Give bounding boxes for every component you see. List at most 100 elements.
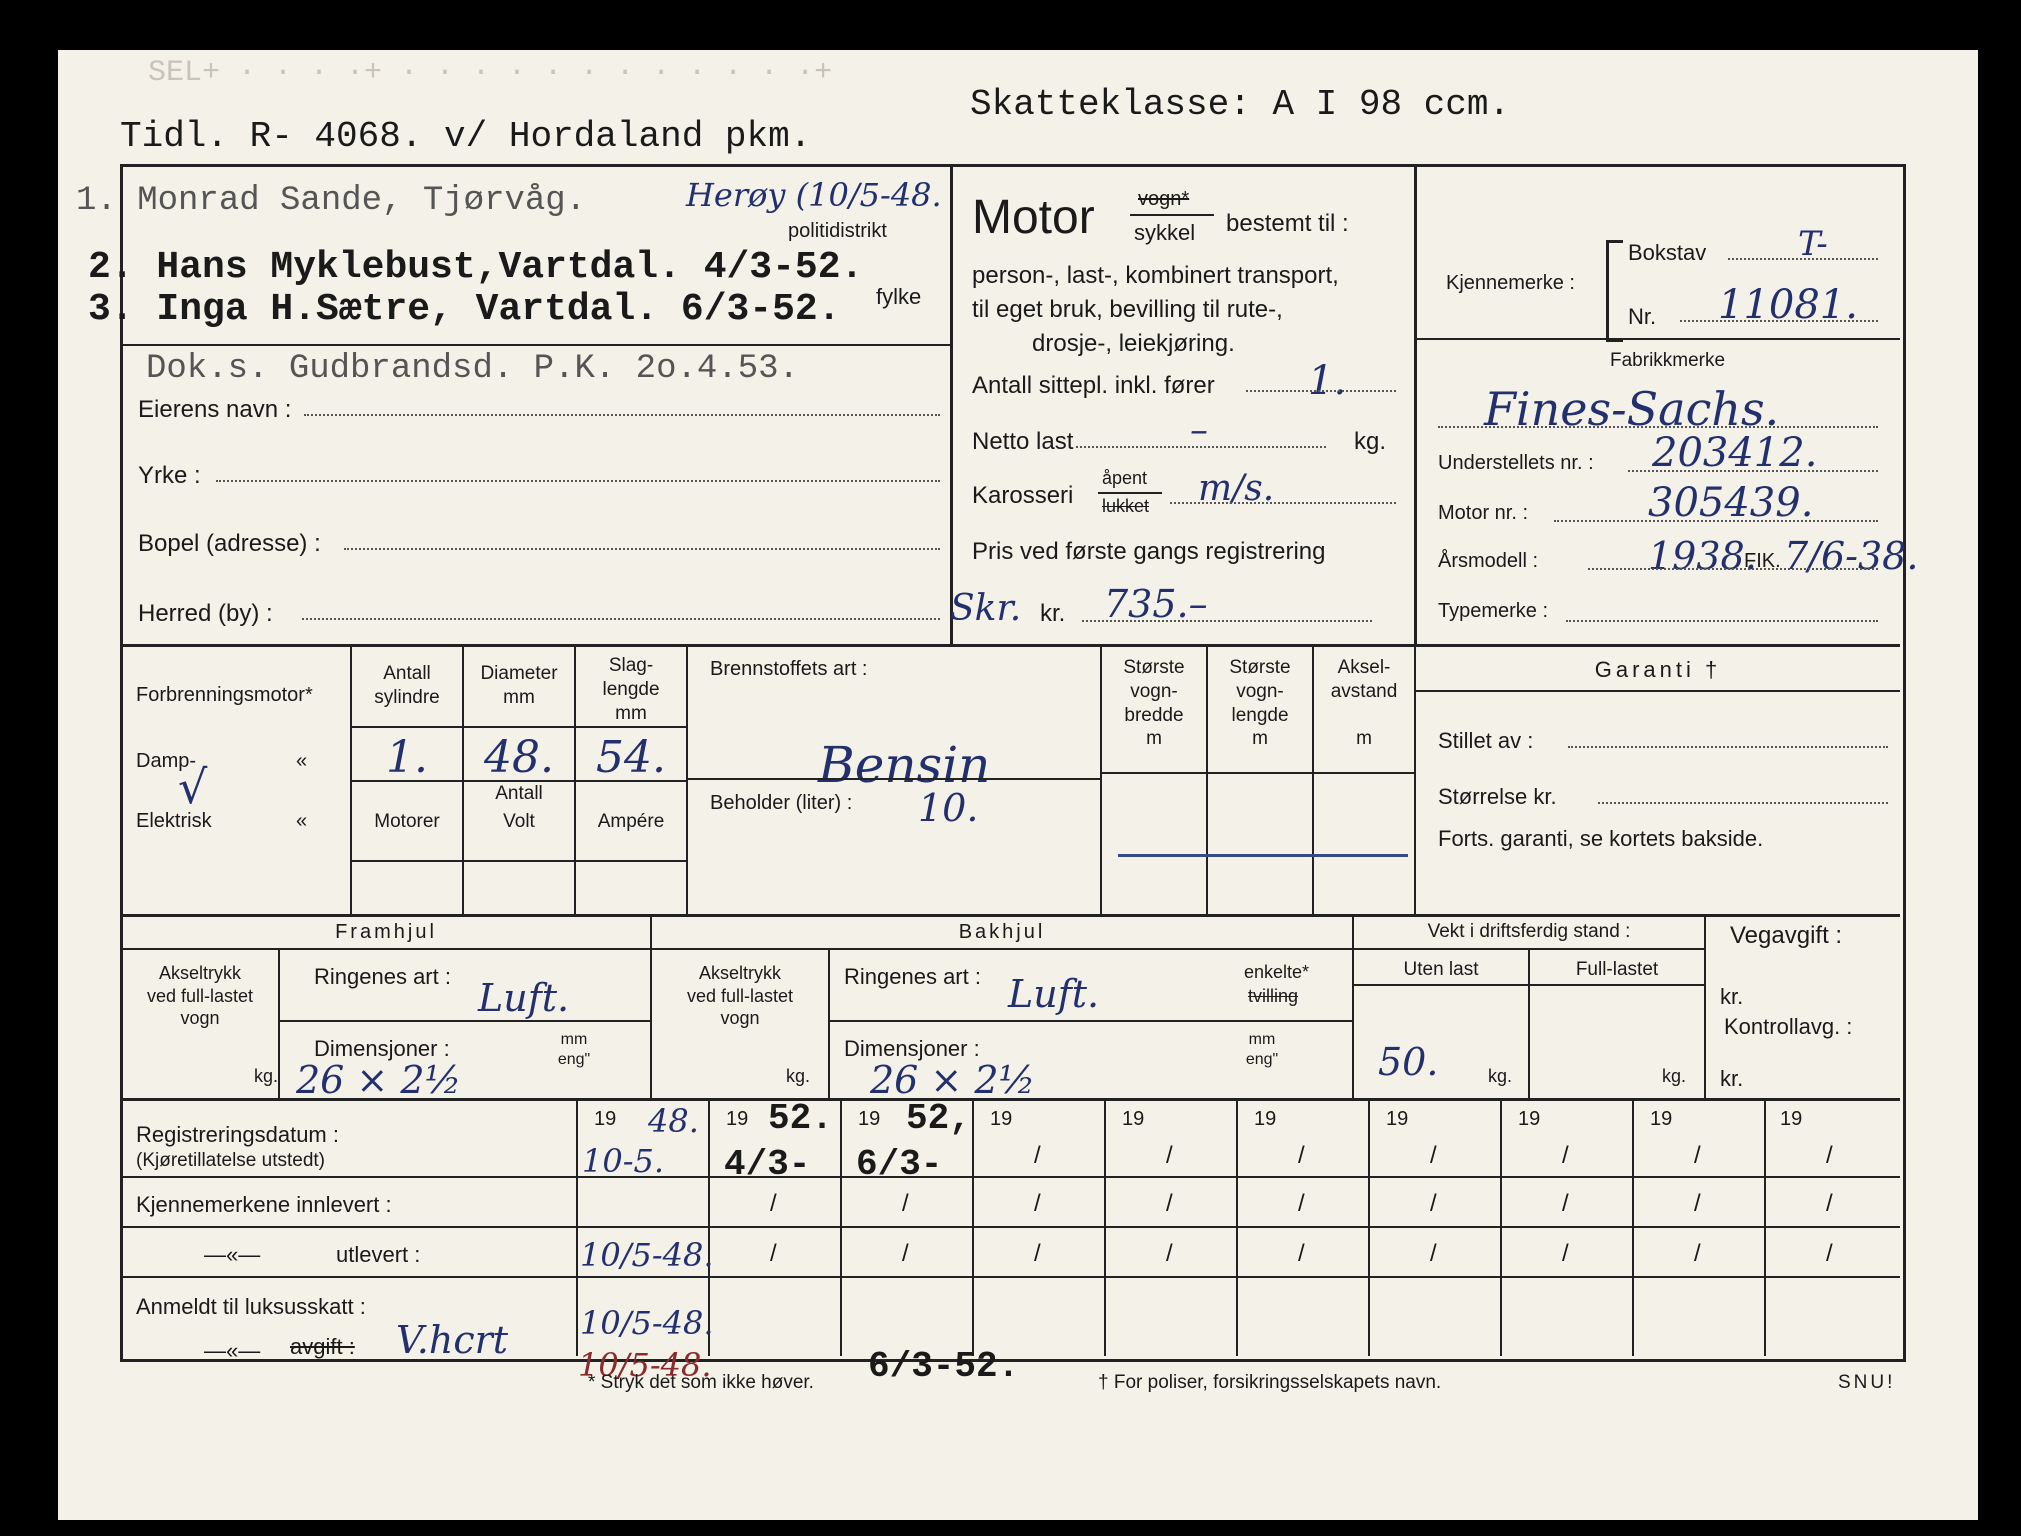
diameter-value: 48. [484,732,554,783]
sykkel-option: sykkel [1134,220,1196,245]
electric-ditto: « [296,810,308,832]
reg-date-col-1: 10-5. [582,1142,665,1180]
turn-over: SNU! [1838,1372,1896,1393]
cell-slash: / [770,1240,777,1267]
luxury-tax-label: Anmeldt til luksusskatt : [136,1294,366,1319]
cell-slash: / [1034,1240,1041,1267]
cell-slash: / [1694,1190,1701,1217]
full-weight-header: Full-lastet [1575,959,1659,980]
netto-last-unit: kg. [1354,428,1387,455]
cell-slash: / [1694,1142,1701,1169]
plate-number-label: Nr. [1628,304,1657,329]
luxury-fee-ditto: —«— [204,1338,261,1363]
cell-slash: / [1430,1190,1437,1217]
address-label: Bopel (adresse) : [138,530,321,557]
faded-header-text: SEL+ · · · ·+ · · · · · · · · · · · ·+ [148,56,833,90]
year-col-1-value: 48. [648,1102,699,1140]
rear-dimension-unit: mm eng" [1245,1031,1279,1068]
owner-1: 1. Monrad Sande, Tjørvåg. [76,182,587,220]
netto-last-label: Netto last [972,428,1074,455]
cell-slash: / [1826,1190,1833,1217]
plates-issued-label: utlevert : [336,1242,421,1267]
occupation-label: Yrke : [138,462,201,489]
axle-distance-header: Aksel- avstand m [1330,657,1398,750]
empty-weight-header: Uten last [1403,959,1479,980]
cell-slash: / [1430,1142,1437,1169]
year-col-4: 19 [990,1108,1013,1130]
netto-last-value: – [1190,410,1208,451]
tank-value: 10. [918,786,979,830]
use-line-3: drosje-, leiekjøring. [1032,330,1235,357]
front-dimension-value: 26 × 2½ [296,1058,462,1102]
year-col-7: 19 [1386,1108,1409,1130]
model-year-label: Årsmodell : [1438,550,1539,572]
size-label: Størrelse kr. [1438,784,1557,809]
cell-slash: / [770,1190,777,1217]
rear-wheel-header: Bakhjul [958,921,1046,943]
doc-note: Dok.s. Gudbrandsd. P.K. 2o.4.53. [146,350,799,388]
plates-issued-col-1: 10/5-48. [580,1236,714,1274]
seats-value: 1. [1308,358,1347,404]
chassis-number-label: Understellets nr. : [1438,452,1594,474]
motor-title: Motor [972,191,1095,244]
stroke-value: 54. [596,732,666,783]
year-col-3-value: 52, [906,1098,971,1139]
control-fee-label: Kontrollavg. : [1724,1014,1853,1039]
full-weight-kg: kg. [1662,1066,1687,1086]
twin-option: tvilling [1248,986,1299,1006]
luxury-fee-label: avgift : [290,1334,355,1359]
reg-date-col-2: 4/3- [724,1144,811,1185]
front-tyre-label: Ringenes art : [314,964,451,989]
rear-axle-kg: kg. [786,1066,811,1086]
front-axle-load-header: Akseltrykk ved full-lastet vogn [146,963,254,1028]
cylinders-header: Antall sylindre [374,663,440,708]
cell-slash: / [1562,1190,1569,1217]
front-dimension-unit: mm eng" [557,1031,591,1068]
cell-slash: / [1034,1142,1041,1169]
issued-by-label: Stillet av : [1438,728,1534,753]
cell-slash: / [1562,1240,1569,1267]
year-col-9: 19 [1650,1108,1673,1130]
plate-letter-label: Bokstav [1628,240,1707,265]
max-length-header: Største vogn- lengde m [1229,657,1291,750]
cell-slash: / [1826,1142,1833,1169]
owner-2: 2. Hans Myklebust,Vartdal. 4/3-52. [88,246,864,289]
control-fee-kr: kr. [1720,1066,1744,1091]
cell-slash: / [1166,1142,1173,1169]
year-col-3: 19 [858,1108,881,1130]
year-col-2-value: 52. [768,1098,833,1139]
luxury-fee-col-3: 6/3-52. [868,1346,1020,1387]
district-label: Herred (by) : [138,600,273,627]
fuel-type-label: Brennstoffets art : [710,658,868,680]
owner-name-label: Eierens navn : [138,396,292,423]
empty-weight-kg: kg. [1488,1066,1513,1086]
single-option: enkelte* [1244,962,1310,982]
body-open: åpent [1102,468,1148,488]
cell-slash: / [1430,1240,1437,1267]
footnote-asterisk: * Stryk det som ikke høver. [588,1372,814,1393]
volt-header: Volt [503,811,535,832]
cell-slash: / [1694,1240,1701,1267]
year-col-10: 19 [1780,1108,1803,1130]
antall-header: Antall [495,783,543,804]
previous-registration: Tidl. R- 4068. v/ Hordaland pkm. [120,116,812,157]
owner-3: 3. Inga H.Sætre, Vartdal. 6/3-52. [88,288,841,331]
empty-weight-value: 50. [1378,1040,1439,1084]
steam-ditto: « [296,750,308,772]
motors-header: Motorer [374,811,440,832]
cell-slash: / [902,1240,909,1267]
year-col-6: 19 [1254,1108,1277,1130]
stroke-header: Slag- lengde mm [602,655,660,724]
guarantee-header: Garanti † [1594,657,1722,682]
cell-slash: / [1166,1190,1173,1217]
ampere-header: Ampére [597,811,665,832]
year-col-5: 19 [1122,1108,1145,1130]
reg-date-label: Registreringsdatum : [136,1122,339,1147]
combustion-label: Forbrenningsmotor* [136,684,313,706]
fylke-label: fylke [876,284,922,309]
engine-number-label: Motor nr. : [1438,502,1529,524]
price-currency: Skr. [950,588,1022,629]
cell-slash: / [902,1190,909,1217]
engine-check-mark: √ [178,760,208,814]
body-label: Karosseri [972,482,1074,509]
